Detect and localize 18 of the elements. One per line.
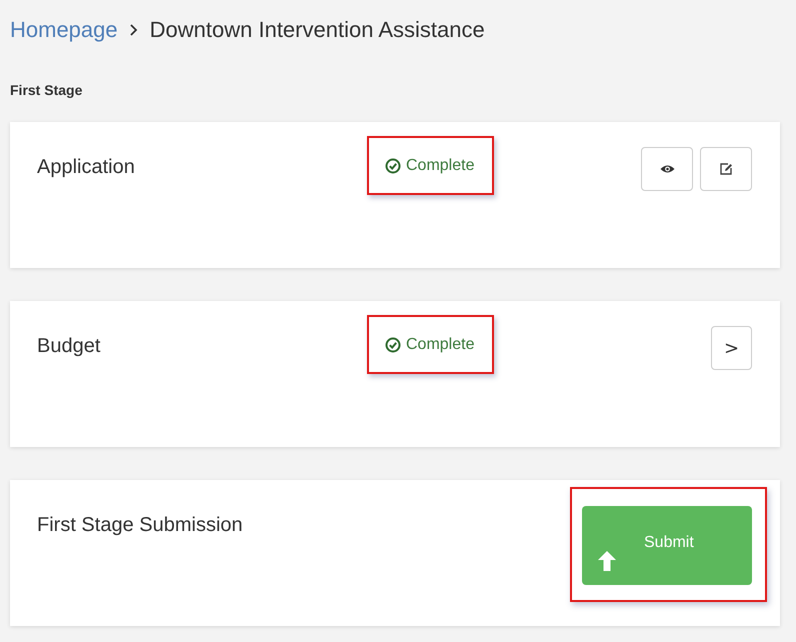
breadcrumb-current: Downtown Intervention Assistance xyxy=(150,17,485,43)
check-circle-icon xyxy=(385,158,401,174)
chevron-icon xyxy=(130,24,138,36)
edit-icon xyxy=(719,162,733,176)
breadcrumb-link[interactable]: Homepage xyxy=(10,17,118,43)
up-arrow-icon xyxy=(597,550,617,572)
status-label: Complete xyxy=(406,156,474,174)
view-button[interactable] xyxy=(641,147,693,191)
eye-icon xyxy=(660,164,674,174)
submit-button[interactable]: Submit xyxy=(582,506,752,585)
card-title: First Stage Submission xyxy=(37,514,243,536)
card-title: Budget xyxy=(37,335,100,357)
edit-button[interactable] xyxy=(700,147,752,191)
section-title: First Stage xyxy=(10,82,82,98)
status-label: Complete xyxy=(406,336,474,354)
card-title: Application xyxy=(37,156,135,178)
check-circle-icon xyxy=(385,336,401,352)
next-button[interactable]: > xyxy=(711,326,752,370)
